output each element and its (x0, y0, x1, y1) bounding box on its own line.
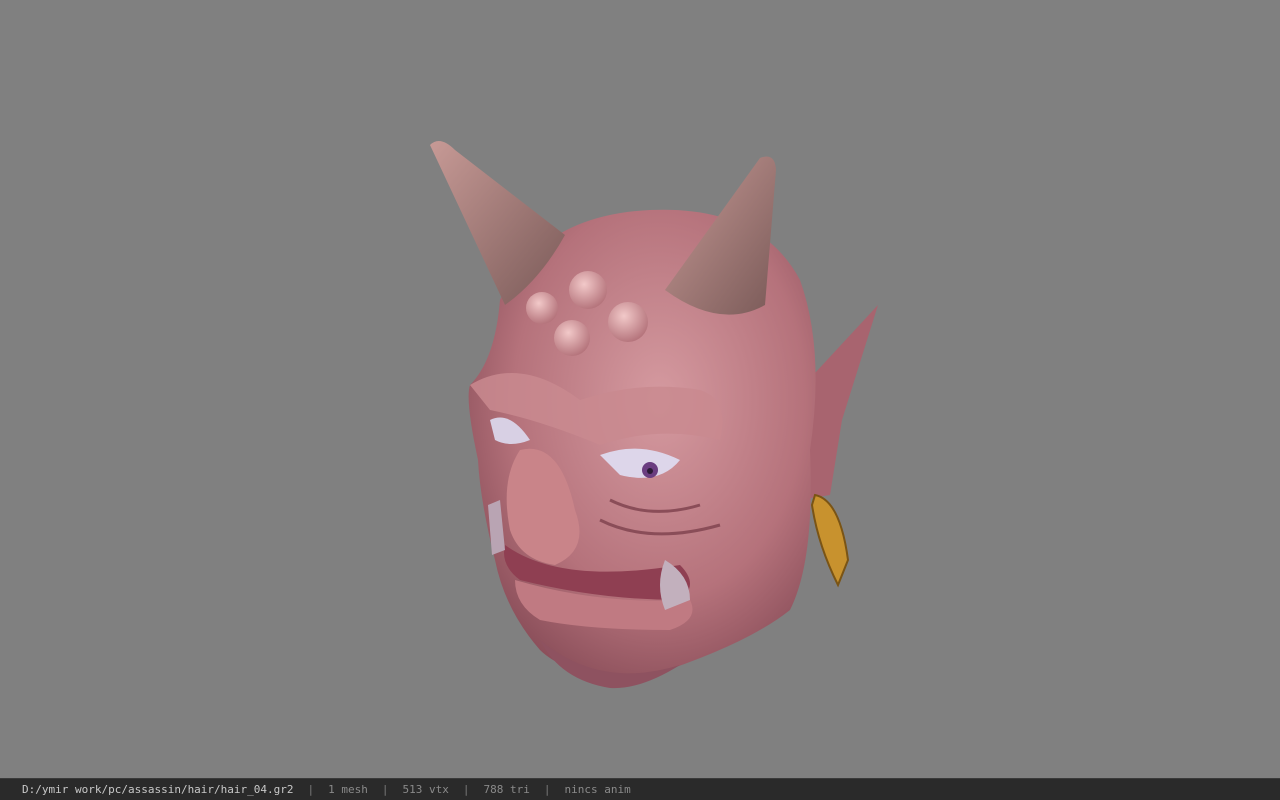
triangle-count: 788 tri (483, 783, 530, 796)
animation-info: nincs anim (564, 783, 631, 796)
status-bar: D:/ymir work/pc/assassin/hair/hair_04.gr… (0, 778, 1280, 800)
separator: | (543, 783, 551, 796)
forehead-bump (608, 302, 648, 342)
file-path: D:/ymir work/pc/assassin/hair/hair_04.gr… (22, 783, 294, 796)
model-render (430, 141, 878, 689)
forehead-bump (569, 271, 607, 309)
vertex-count: 513 vtx (402, 783, 449, 796)
forehead-bump (554, 320, 590, 356)
3d-viewport[interactable] (0, 0, 1280, 778)
mesh-count: 1 mesh (328, 783, 368, 796)
separator: | (462, 783, 470, 796)
separator: | (381, 783, 389, 796)
earring (810, 493, 850, 588)
pupil-center (647, 468, 653, 474)
forehead-bump (526, 292, 558, 324)
separator: | (307, 783, 315, 796)
